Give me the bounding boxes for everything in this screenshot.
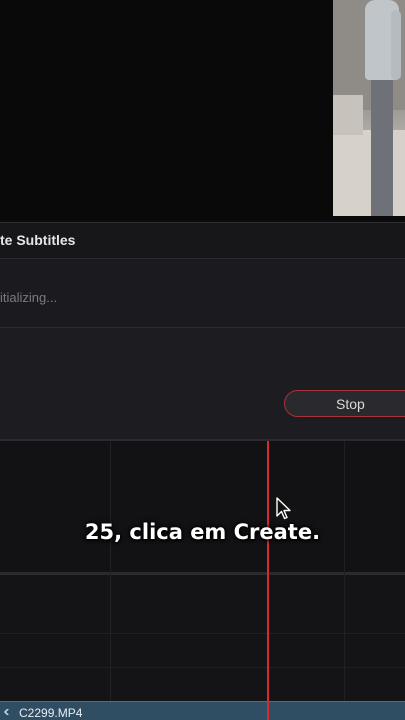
mouse-cursor-icon xyxy=(276,497,291,520)
preview-desk xyxy=(333,95,363,135)
clip-name: C2299.MP4 xyxy=(19,706,83,720)
clip-link-icon xyxy=(4,709,9,715)
dialog-title: te Subtitles xyxy=(0,232,76,248)
stop-button-label: Stop xyxy=(336,396,365,412)
preview-person-legs xyxy=(371,80,393,216)
timeline-grid-line xyxy=(0,633,405,634)
timeline-playhead[interactable] xyxy=(267,441,269,720)
timeline-grid-line xyxy=(110,441,111,701)
timeline-panel[interactable]: C2299.MP4 xyxy=(0,439,405,720)
dialog-titlebar[interactable]: te Subtitles xyxy=(0,223,405,259)
timeline-grid-line xyxy=(0,667,405,668)
progress-status-text: itializing... xyxy=(0,290,58,305)
video-viewer[interactable] xyxy=(0,0,405,220)
dialog-body: Stop xyxy=(0,328,405,439)
preview-floor xyxy=(333,130,405,216)
create-subtitles-dialog: te Subtitles itializing... Stop xyxy=(0,222,405,439)
video-preview-frame xyxy=(333,0,405,216)
dialog-status-row: itializing... xyxy=(0,259,405,328)
app-screen: te Subtitles itializing... Stop C2299.MP… xyxy=(0,0,405,720)
video-clip[interactable]: C2299.MP4 xyxy=(0,701,405,720)
video-caption: 25, clica em Create. xyxy=(84,520,321,544)
preview-person-arm xyxy=(391,10,401,80)
timeline-grid-line xyxy=(344,441,345,701)
stop-button[interactable]: Stop xyxy=(284,390,405,417)
